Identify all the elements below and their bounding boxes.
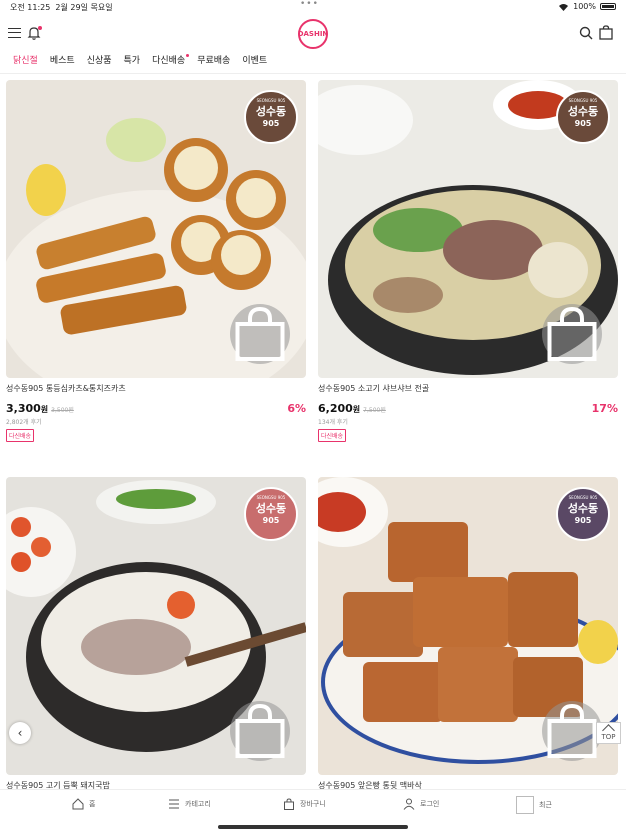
person-icon: [403, 798, 415, 810]
nav-item-new[interactable]: 신상품: [87, 52, 112, 72]
tab-label: 최근: [539, 801, 552, 809]
stamp-main-text: 성수동: [255, 502, 287, 515]
stamp-num-text: 905: [262, 516, 280, 525]
discount-rate: 17%: [591, 402, 618, 415]
tab-category[interactable]: 카테고리: [168, 798, 211, 810]
status-bar: 오전 11:25 2월 29일 목요일 ••• 100%: [0, 0, 626, 14]
product-price: 6,200원 7,500원: [318, 402, 386, 415]
status-right: 100%: [558, 2, 616, 11]
nav-label: 신상품: [86, 56, 112, 66]
product-image[interactable]: SEONGSU 905 성수동 905: [318, 477, 618, 775]
time-text: 오전 11:25: [10, 3, 51, 12]
price-unit: 원: [352, 405, 361, 414]
seongsu-stamp: SEONGSU 905 성수동 905: [244, 90, 298, 144]
seongsu-stamp: SEONGSU 905 성수동 905: [556, 90, 610, 144]
tab-home[interactable]: 홈: [72, 798, 95, 810]
add-to-cart-button[interactable]: [230, 304, 290, 364]
tab-label: 장바구니: [300, 800, 326, 808]
tab-label: 카테고리: [185, 800, 211, 808]
notification-dot: [38, 26, 42, 30]
add-to-cart-button[interactable]: [230, 701, 290, 761]
shopping-bag-icon: [547, 703, 597, 758]
nav-item-dakshinjeol[interactable]: 닭신절: [13, 52, 38, 72]
wifi-icon: [559, 3, 569, 11]
nav-item-free-shipping[interactable]: 무료배송: [197, 52, 230, 72]
shopping-bag-icon: [235, 703, 285, 758]
product-name[interactable]: 성수동905 통등심카츠&통치즈카츠: [6, 383, 126, 394]
status-time: 오전 11:25 2월 29일 목요일: [10, 2, 113, 13]
delivery-badge: 다신배송: [318, 429, 347, 442]
top-label: TOP: [601, 733, 616, 741]
date-text: 2월 29일 목요일: [55, 3, 113, 12]
logo-text: DASHIN: [297, 30, 329, 38]
nav-label: 이벤트: [242, 56, 268, 66]
stamp-num-text: 905: [574, 516, 592, 525]
nav-item-special[interactable]: 특가: [124, 52, 141, 72]
stamp-main-text: 성수동: [567, 105, 599, 118]
shopping-bag-icon[interactable]: [599, 25, 613, 40]
product-card[interactable]: SEONGSU 905 성수동 905 성수동905 통등심카츠&통치즈카츠 3…: [6, 80, 306, 445]
tab-label: 로그인: [420, 800, 440, 808]
product-image[interactable]: SEONGSU 905 성수동 905: [318, 80, 618, 378]
category-nav: 닭신절 베스트 신상품 특가 다신배송 무료배송 이벤트: [0, 52, 626, 74]
carousel-prev-arrow-icon[interactable]: ‹: [9, 722, 31, 744]
price-value: 6,200: [318, 402, 353, 415]
discount-rate: 6%: [287, 402, 306, 415]
cart-bag-icon: [284, 798, 294, 810]
price-value: 3,300: [6, 402, 41, 415]
review-count: 2,802개 후기: [6, 419, 42, 426]
nav-label: 무료배송: [197, 56, 231, 66]
tab-login[interactable]: 로그인: [403, 798, 439, 810]
tab-label: 홈: [89, 800, 96, 808]
review-count: 134개 후기: [318, 419, 348, 426]
seongsu-stamp: SEONGSU 905 성수동 905: [244, 487, 298, 541]
battery-icon: [600, 3, 616, 10]
seongsu-stamp: SEONGSU 905 성수동 905: [556, 487, 610, 541]
tab-cart[interactable]: 장바구니: [283, 798, 326, 810]
product-card[interactable]: SEONGSU 905 성수동 905 성수동905 소고기 샤브샤브 전골 6…: [318, 80, 618, 445]
dashin-logo[interactable]: DASHIN: [298, 19, 328, 49]
original-price: 3,500원: [51, 407, 74, 414]
scroll-top-button[interactable]: TOP: [596, 722, 621, 744]
nav-label: 특가: [123, 56, 141, 66]
multitask-dots-icon[interactable]: •••: [300, 0, 319, 9]
nav-label: 베스트: [49, 56, 75, 66]
hamburger-menu-icon[interactable]: [8, 28, 21, 38]
product-image[interactable]: SEONGSU 905 성수동 905: [6, 477, 306, 775]
stamp-main-text: 성수동: [255, 105, 287, 118]
nav-item-best[interactable]: 베스트: [50, 52, 75, 72]
nav-label: 다신배송: [152, 56, 186, 66]
search-icon[interactable]: [579, 26, 593, 40]
product-image[interactable]: SEONGSU 905 성수동 905: [6, 80, 306, 378]
new-dot: [186, 54, 190, 57]
stamp-main-text: 성수동: [567, 502, 599, 515]
add-to-cart-button[interactable]: [542, 304, 602, 364]
stamp-num-text: 905: [262, 119, 280, 128]
shopping-bag-icon: [235, 306, 285, 361]
home-icon: [72, 798, 84, 810]
price-unit: 원: [40, 405, 49, 414]
product-card[interactable]: SEONGSU 905 성수동 905 성수동905 고기 듬뿍 돼지국밥: [6, 477, 306, 790]
delivery-badge: 다신배송: [6, 429, 35, 442]
stamp-num-text: 905: [574, 119, 592, 128]
product-price: 3,300원 3,500원: [6, 402, 74, 415]
nav-item-event[interactable]: 이벤트: [242, 52, 267, 72]
app-header: DASHIN: [0, 14, 626, 52]
product-name[interactable]: 성수동905 소고기 샤브샤브 전골: [318, 383, 429, 394]
product-card[interactable]: SEONGSU 905 성수동 905 성수동905 앞은빵 통뒷 맥바삭: [318, 477, 618, 790]
nav-label: 닭신절: [13, 56, 38, 66]
shopping-bag-icon: [547, 306, 597, 361]
original-price: 7,500원: [363, 407, 386, 414]
recent-thumbnail-icon: [516, 796, 534, 814]
battery-text: 100%: [573, 2, 596, 11]
nav-item-dashin-delivery[interactable]: 다신배송: [152, 52, 190, 72]
add-to-cart-button[interactable]: [542, 701, 602, 761]
category-list-icon: [169, 799, 179, 809]
tab-recent[interactable]: 최근: [516, 796, 552, 814]
home-indicator[interactable]: [218, 825, 408, 829]
